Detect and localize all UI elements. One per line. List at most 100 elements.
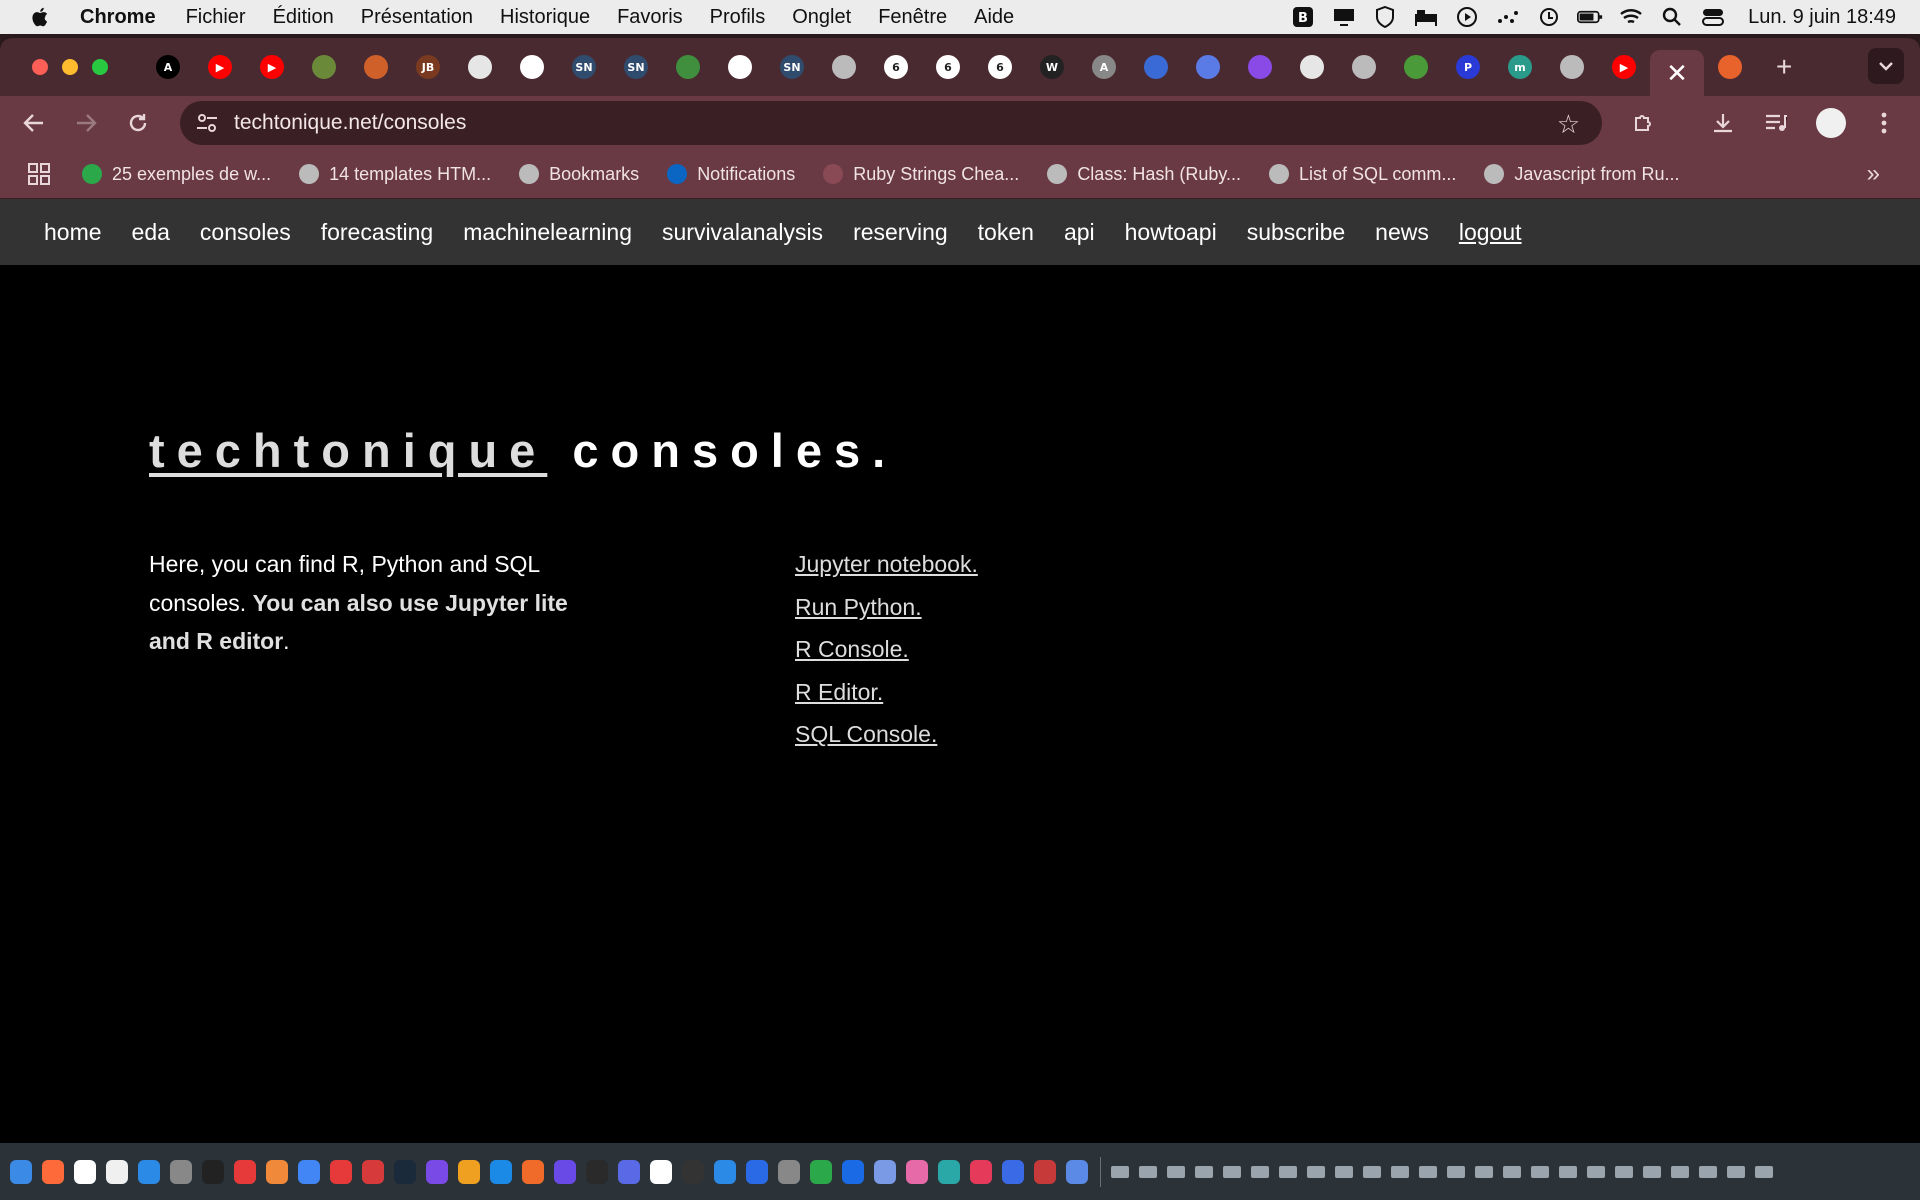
dock-app-icon[interactable] [362,1159,384,1184]
dock-minimized-window[interactable] [1363,1165,1381,1178]
dock-app-icon[interactable] [650,1159,672,1184]
nav-news[interactable]: news [1375,219,1429,246]
menu-historique[interactable]: Historique [500,6,590,29]
minimize-window-button[interactable] [62,59,78,75]
dock-app-icon[interactable] [266,1159,288,1184]
dock-app-icon[interactable] [618,1159,640,1184]
close-tab-icon[interactable]: ✕ [1666,58,1688,89]
dock-app-icon[interactable] [394,1159,416,1184]
nav-eda[interactable]: eda [132,219,170,246]
play-circle-icon[interactable] [1454,6,1480,28]
tab[interactable] [298,47,350,87]
profile-button[interactable] [1809,101,1853,145]
dock-minimized-window[interactable] [1727,1165,1745,1178]
nav-reserving[interactable]: reserving [853,219,948,246]
dock-app-icon[interactable] [906,1159,928,1184]
display-icon[interactable] [1331,6,1357,28]
dock-minimized-window[interactable] [1755,1165,1773,1178]
tab[interactable] [1182,47,1234,87]
dock-app-icon[interactable] [1002,1159,1024,1184]
dock-app-icon[interactable] [298,1159,320,1184]
bookmark-item[interactable]: Javascript from Ru... [1484,164,1679,185]
reload-button[interactable] [112,101,164,145]
nav-forecasting[interactable]: forecasting [321,219,434,246]
menubar-clock[interactable]: Lun. 9 juin 18:49 [1748,6,1896,29]
active-tab[interactable]: ✕ [1650,50,1704,96]
tab[interactable]: ▶ [194,47,246,87]
brand-link[interactable]: techtonique [149,424,547,477]
back-button[interactable] [8,101,60,145]
dock-app-icon[interactable] [714,1159,736,1184]
menu-profils[interactable]: Profils [710,6,766,29]
dock-app-icon[interactable] [106,1159,128,1184]
dock-minimized-window[interactable] [1167,1165,1185,1178]
nav-logout[interactable]: logout [1459,219,1522,246]
bookmark-star-icon[interactable]: ☆ [1557,109,1580,140]
chrome-menu-button[interactable] [1862,101,1906,145]
link-run-python[interactable]: Run Python. [795,594,922,620]
link-r-editor[interactable]: R Editor. [795,679,883,705]
dock-app-icon[interactable] [810,1159,832,1184]
dock-minimized-window[interactable] [1531,1165,1549,1178]
link-r-console[interactable]: R Console. [795,636,909,662]
dock-minimized-window[interactable] [1559,1165,1577,1178]
dock-app-icon[interactable] [458,1159,480,1184]
battery-icon[interactable] [1577,6,1603,28]
dock-app-icon[interactable] [490,1159,512,1184]
menu-presentation[interactable]: Présentation [361,6,473,29]
tab[interactable]: SN [610,47,662,87]
dock-app-icon[interactable] [970,1159,992,1184]
extensions-button[interactable] [1622,101,1666,145]
dock-app-icon[interactable] [586,1159,608,1184]
tab[interactable]: P [1442,47,1494,87]
shield-icon[interactable] [1372,6,1398,28]
menu-edition[interactable]: Édition [273,6,334,29]
tab[interactable]: JB [402,47,454,87]
tab[interactable] [506,47,558,87]
dock-app-icon[interactable] [74,1159,96,1184]
dock-app-icon[interactable] [746,1159,768,1184]
dock-app-icon[interactable] [554,1159,576,1184]
dock-app-icon[interactable] [842,1159,864,1184]
more-bookmarks-icon[interactable]: » [1867,160,1880,188]
bookmark-item[interactable]: Notifications [667,164,795,185]
downloads-button[interactable] [1701,101,1745,145]
tab[interactable]: ▶ [1598,47,1650,87]
bookmark-item[interactable]: 25 exemples de w... [82,164,271,185]
dock-minimized-window[interactable] [1391,1165,1409,1178]
dock-minimized-window[interactable] [1419,1165,1437,1178]
tab[interactable]: ▶ [246,47,298,87]
menu-app-name[interactable]: Chrome [80,6,156,29]
dock-app-icon[interactable] [938,1159,960,1184]
dots-icon[interactable] [1495,6,1521,28]
dock-minimized-window[interactable] [1307,1165,1325,1178]
media-controls-button[interactable] [1754,101,1798,145]
tab[interactable]: 6 [870,47,922,87]
time-machine-icon[interactable] [1536,6,1562,28]
nav-consoles[interactable]: consoles [200,219,291,246]
dock-app-icon[interactable] [874,1159,896,1184]
dock-app-icon[interactable] [42,1159,64,1184]
nav-api[interactable]: api [1064,219,1095,246]
tab[interactable]: A [1078,47,1130,87]
dock-minimized-window[interactable] [1335,1165,1353,1178]
dock-app-icon[interactable] [1066,1159,1088,1184]
dock-minimized-window[interactable] [1251,1165,1269,1178]
tab[interactable] [714,47,766,87]
dock-app-icon[interactable] [1034,1159,1056,1184]
nav-howtoapi[interactable]: howtoapi [1125,219,1217,246]
dock-app-icon[interactable] [138,1159,160,1184]
dock-app-icon[interactable] [330,1159,352,1184]
nav-subscribe[interactable]: subscribe [1247,219,1345,246]
address-url[interactable]: techtonique.net/consoles [234,111,466,135]
dock-app-icon[interactable] [170,1159,192,1184]
tab[interactable] [1286,47,1338,87]
dock-minimized-window[interactable] [1643,1165,1661,1178]
dock-app-icon[interactable] [778,1159,800,1184]
dock-app-icon[interactable] [426,1159,448,1184]
link-jupyter-notebook[interactable]: Jupyter notebook. [795,551,978,577]
dock-minimized-window[interactable] [1587,1165,1605,1178]
tab[interactable] [662,47,714,87]
tab[interactable] [1704,47,1756,87]
nav-machinelearning[interactable]: machinelearning [463,219,632,246]
